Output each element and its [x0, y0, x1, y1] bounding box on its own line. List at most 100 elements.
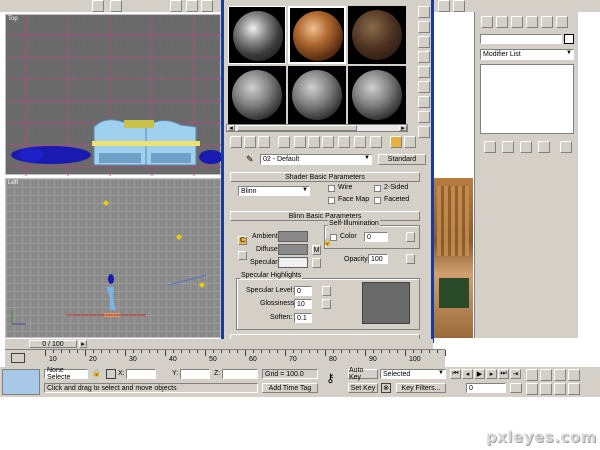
sample-slot-4[interactable] — [228, 66, 286, 124]
toolbar-select-icon[interactable] — [92, 0, 104, 12]
field-of-view-icon[interactable] — [526, 383, 538, 395]
object-name-field[interactable] — [480, 34, 562, 44]
shader-type-dropdown[interactable]: Blinn ▼ — [238, 186, 310, 196]
glossiness-spinner[interactable]: 10 — [294, 299, 312, 309]
key-mode-icon[interactable]: ⇥ — [510, 369, 521, 379]
auto-key-button[interactable]: Auto Key — [348, 367, 378, 381]
pan-icon[interactable] — [540, 383, 552, 395]
go-to-end-icon[interactable]: ⏭ — [498, 369, 509, 379]
maximize-viewport-icon[interactable] — [568, 383, 580, 395]
timeline-ruler[interactable]: 10 20 30 40 50 60 70 80 90 100 — [5, 349, 446, 367]
face-map-checkbox[interactable] — [328, 197, 335, 204]
material-name-field[interactable]: 02 - Default ▼ — [260, 154, 372, 165]
x-coord-field[interactable] — [126, 369, 156, 379]
diffuse-color-swatch[interactable] — [278, 244, 308, 255]
utilities-tab-icon[interactable] — [556, 16, 568, 28]
toolbar-render-icon[interactable] — [438, 0, 450, 12]
create-tab-icon[interactable] — [481, 16, 493, 28]
timeline-icon[interactable] — [11, 353, 25, 363]
wire-checkbox[interactable] — [328, 185, 335, 192]
self-illum-color-spinner[interactable]: 0 — [364, 232, 388, 242]
toolbar-scale-icon[interactable] — [201, 0, 213, 12]
y-coord-field[interactable] — [180, 369, 210, 379]
sample-type-icon[interactable] — [418, 6, 430, 18]
ambient-diffuse-lock[interactable]: C — [238, 236, 247, 245]
make-unique-icon[interactable] — [308, 136, 320, 148]
time-config-icon[interactable] — [510, 383, 522, 393]
options-icon[interactable] — [418, 96, 430, 108]
specular-color-swatch[interactable] — [278, 257, 308, 268]
modifier-stack[interactable] — [480, 64, 574, 134]
specular-map-button[interactable] — [312, 258, 321, 268]
reset-map-icon[interactable] — [278, 136, 290, 148]
toolbar-move-icon[interactable] — [170, 0, 182, 12]
pin-stack-icon[interactable] — [484, 141, 496, 153]
show-map-in-viewport-icon[interactable] — [354, 136, 366, 148]
key-filters-button[interactable]: Key Filters... — [396, 383, 446, 393]
next-frame-icon[interactable]: ▸ — [486, 369, 497, 379]
opacity-spinner[interactable]: 100 — [368, 254, 388, 264]
toolbar-quick-render-icon[interactable] — [453, 0, 465, 12]
time-slider-next[interactable]: ▸ — [79, 340, 87, 348]
blinn-basic-params-rollout[interactable]: Blinn Basic Parameters — [230, 211, 420, 221]
specular-level-map-button[interactable] — [322, 286, 331, 296]
lock-selection-icon[interactable]: 🔒 — [92, 369, 101, 377]
z-coord-field[interactable] — [222, 369, 258, 379]
frame-counter[interactable]: 0 / 100 — [29, 340, 77, 348]
material-effects-channel-icon[interactable] — [338, 136, 350, 148]
put-to-scene-icon[interactable] — [244, 136, 256, 148]
zoom-all-icon[interactable] — [540, 369, 552, 381]
object-color-swatch[interactable] — [564, 34, 574, 44]
remove-modifier-icon[interactable] — [538, 141, 550, 153]
scroll-thumb[interactable] — [237, 125, 357, 131]
backlight-icon[interactable] — [418, 21, 430, 33]
background-icon[interactable] — [418, 36, 430, 48]
glossiness-map-button[interactable] — [322, 299, 331, 309]
diffuse-map-button[interactable]: M — [312, 245, 321, 255]
display-tab-icon[interactable] — [541, 16, 553, 28]
absolute-mode-icon[interactable] — [106, 369, 116, 379]
show-end-result-icon[interactable] — [502, 141, 514, 153]
modifier-list-dropdown[interactable]: Modifier List ▼ — [480, 49, 574, 60]
left-viewport[interactable]: Left — [5, 178, 221, 338]
shader-basic-params-rollout[interactable]: Shader Basic Parameters — [230, 172, 420, 182]
time-slider[interactable]: 0 / 100 ▸ — [5, 339, 433, 349]
sample-slot-3[interactable] — [348, 6, 406, 64]
play-icon[interactable]: ▶ — [474, 369, 485, 379]
set-key-button[interactable]: Set Key — [348, 383, 378, 393]
key-icon[interactable]: ⚷ — [326, 371, 335, 385]
current-frame-field[interactable]: 0 — [466, 383, 506, 393]
video-color-check-icon[interactable] — [418, 66, 430, 78]
go-forward-icon[interactable] — [404, 136, 416, 148]
maxscript-listener[interactable] — [2, 369, 40, 395]
toolbar-rotate-icon[interactable] — [186, 0, 198, 12]
sample-uv-tiling-icon[interactable] — [418, 51, 430, 63]
zoom-icon[interactable] — [526, 369, 538, 381]
key-selection-dropdown[interactable]: Selected ▼ — [380, 369, 446, 379]
previous-frame-icon[interactable]: ◂ — [462, 369, 473, 379]
scroll-right-button[interactable]: ▸ — [399, 125, 407, 132]
sample-slot-1[interactable] — [228, 6, 286, 64]
hierarchy-tab-icon[interactable] — [511, 16, 523, 28]
make-copy-icon[interactable] — [294, 136, 306, 148]
self-illum-map-button[interactable] — [406, 232, 415, 242]
get-material-icon[interactable] — [230, 136, 242, 148]
go-to-start-icon[interactable]: ⏮ — [450, 369, 461, 379]
diffuse-specular-lock[interactable] — [238, 251, 247, 260]
zoom-extents-all-icon[interactable] — [568, 369, 580, 381]
opacity-map-button[interactable] — [406, 254, 415, 264]
lock-icon[interactable]: 🔒 — [323, 238, 332, 246]
sample-slot-2[interactable] — [288, 6, 346, 64]
toolbar-region-icon[interactable] — [110, 0, 122, 12]
scroll-left-button[interactable]: ◂ — [227, 125, 235, 132]
sample-slot-5[interactable] — [288, 66, 346, 124]
arc-rotate-icon[interactable] — [554, 383, 566, 395]
modify-tab-icon[interactable] — [496, 16, 508, 28]
sample-slots-scrollbar[interactable]: ◂ ▸ — [226, 124, 408, 132]
go-to-parent-icon[interactable] — [390, 136, 402, 148]
make-preview-icon[interactable] — [418, 81, 430, 93]
soften-spinner[interactable]: 0.1 — [294, 313, 312, 323]
two-sided-checkbox[interactable] — [374, 185, 381, 192]
specular-level-spinner[interactable]: 0 — [294, 286, 312, 296]
show-end-result-icon[interactable] — [370, 136, 382, 148]
